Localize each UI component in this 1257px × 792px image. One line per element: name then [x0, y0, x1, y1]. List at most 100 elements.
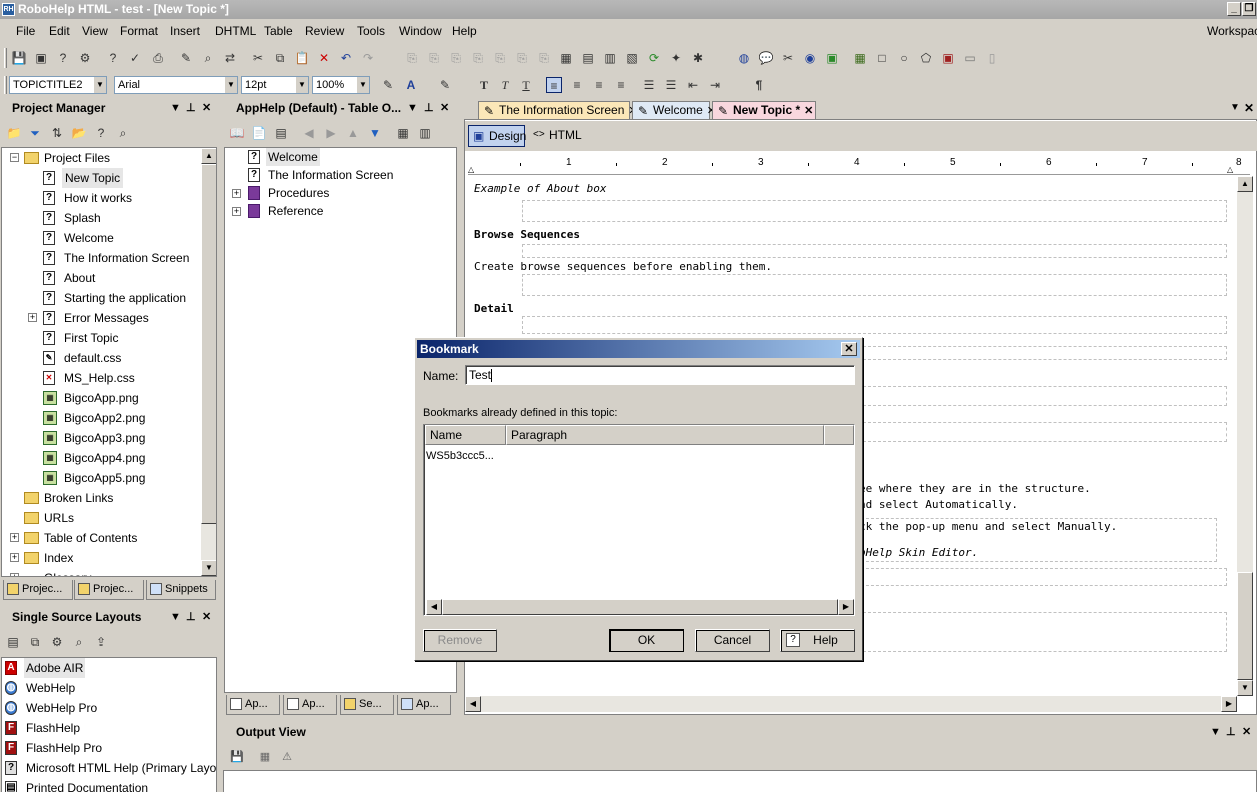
globe-icon[interactable]: ◍ — [736, 50, 752, 66]
web-icon[interactable]: ◉ — [802, 50, 818, 66]
tree-folder-index[interactable]: + Index — [2, 548, 201, 568]
menu-edit[interactable]: Edit — [49, 24, 70, 38]
tree-item[interactable]: ? Welcome — [2, 228, 201, 248]
layout-item[interactable]: ? Microsoft HTML Help (Primary Layout) — [2, 758, 216, 778]
save-all-icon[interactable]: ▣ — [33, 50, 49, 66]
cut-icon[interactable]: ✂ — [250, 50, 266, 66]
listview-hscrollbar[interactable]: ◀ ▶ — [426, 599, 854, 615]
close-icon[interactable]: ✕ — [1242, 722, 1251, 742]
toolbar-grip[interactable] — [4, 48, 7, 68]
save-icon[interactable]: 💾 — [11, 50, 27, 66]
menu-review[interactable]: Review — [305, 24, 344, 38]
dropdown-icon[interactable]: ▼ — [407, 98, 418, 118]
insert-image-icon[interactable]: ▦ — [558, 50, 574, 66]
bookmark-row[interactable]: WS5b3ccc5... — [426, 447, 854, 465]
tree-item[interactable]: + ? Error Messages — [2, 308, 201, 328]
dropdown-icon[interactable]: ▼ — [1210, 722, 1221, 742]
tree-item[interactable]: ? Starting the application — [2, 288, 201, 308]
duplicate-layout-icon[interactable]: ⧉ — [27, 634, 43, 650]
view-icon[interactable]: ⌕ — [71, 634, 87, 650]
insert-popup-icon[interactable]: ⎘ — [448, 50, 464, 66]
align-right-icon[interactable]: ≡ — [591, 77, 607, 93]
highlight-icon[interactable]: ✎ — [437, 77, 453, 93]
tab-welcome[interactable]: ✎ Welcome✕ — [632, 101, 716, 119]
tab-search[interactable]: Se... — [340, 695, 394, 715]
monitor-icon[interactable]: ▭ — [962, 50, 978, 66]
bulleted-list-icon[interactable]: ☰ — [663, 77, 679, 93]
layout-item[interactable]: F FlashHelp Pro — [2, 738, 216, 758]
properties-icon[interactable]: ▤ — [273, 125, 289, 141]
pin-icon[interactable]: ⊥ — [1226, 722, 1236, 742]
tree-item[interactable]: ? About — [2, 268, 201, 288]
help-icon[interactable]: ? — [55, 50, 71, 66]
tree-item[interactable]: ? The Information Screen — [2, 248, 201, 268]
tree-item[interactable]: ▦ BigcoApp3.png — [2, 428, 201, 448]
scroll-left-icon[interactable]: ◀ — [426, 599, 442, 615]
insert-multimedia-icon[interactable]: ▥ — [602, 50, 618, 66]
insert-dropdown-icon[interactable]: ⎘ — [492, 50, 508, 66]
zoom-select[interactable]: 100% ▼ — [312, 76, 370, 94]
replace-icon[interactable]: ⇄ — [222, 50, 238, 66]
rectangle-icon[interactable]: □ — [874, 50, 890, 66]
new-book-icon[interactable]: 📖 — [229, 125, 245, 141]
workspace-menu[interactable]: Workspace — [1207, 24, 1257, 38]
edit-style-icon[interactable]: ✎ — [380, 77, 396, 93]
expand-icon[interactable]: + — [232, 207, 241, 216]
folder-icon[interactable]: 📂 — [71, 125, 87, 141]
underline-icon[interactable]: T — [518, 77, 534, 93]
captivate-icon[interactable]: ▣ — [824, 50, 840, 66]
clear-output-icon[interactable]: ▦ — [257, 749, 273, 765]
scroll-thumb[interactable] — [442, 599, 838, 615]
move-left-icon[interactable]: ◀ — [301, 125, 317, 141]
expand-icon[interactable]: + — [10, 573, 19, 576]
expand-icon[interactable]: + — [28, 313, 37, 322]
insert-field-icon[interactable]: ✦ — [668, 50, 684, 66]
scroll-thumb[interactable] — [201, 164, 216, 524]
menu-table[interactable]: Table — [264, 24, 293, 38]
close-icon[interactable]: ✕ — [841, 342, 857, 356]
dropdown-icon[interactable]: ▼ — [170, 607, 181, 627]
broken-link-icon[interactable]: ✂ — [780, 50, 796, 66]
insert-link-icon[interactable]: ⎘ — [404, 50, 420, 66]
refresh-icon[interactable]: ⟳ — [646, 50, 662, 66]
font-select[interactable]: Arial ▼ — [114, 76, 238, 94]
undo-icon[interactable]: ↶ — [338, 50, 354, 66]
pin-icon[interactable]: ⊥ — [186, 98, 196, 118]
tree-folder-broken-links[interactable]: Broken Links — [2, 488, 201, 508]
device-icon[interactable]: ▯ — [984, 50, 1000, 66]
layout-item[interactable]: ◍ WebHelp Pro — [2, 698, 216, 718]
tab-toc-1[interactable]: Ap... — [226, 695, 280, 715]
tree-folder-urls[interactable]: URLs — [2, 508, 201, 528]
html-view-tab[interactable]: <> HTML — [531, 125, 582, 147]
scroll-right-icon[interactable]: ▶ — [1221, 696, 1237, 712]
menu-file[interactable]: File — [16, 24, 35, 38]
circle-icon[interactable]: ○ — [896, 50, 912, 66]
menu-format[interactable]: Format — [120, 24, 158, 38]
bookmark-name-input[interactable]: Test — [465, 365, 855, 385]
filter-icon[interactable]: ⏷ — [27, 125, 43, 141]
generate-icon[interactable]: ⚙ — [49, 634, 65, 650]
insert-special-icon[interactable]: ✱ — [690, 50, 706, 66]
delete-icon[interactable]: ✕ — [316, 50, 332, 66]
tab-toc-2[interactable]: Ap... — [283, 695, 337, 715]
italic-icon[interactable]: T — [497, 77, 513, 93]
tab-project-set-1[interactable]: Projec... — [3, 580, 73, 600]
bold-icon[interactable]: T — [476, 77, 492, 93]
editor-vscrollbar[interactable]: ▲ ▼ — [1237, 176, 1253, 696]
scroll-down-icon[interactable]: ▼ — [1237, 680, 1253, 696]
toc-book[interactable]: + Reference — [225, 202, 456, 220]
project-tree-scrollbar[interactable]: ▲ ▼ — [201, 148, 216, 576]
menu-window[interactable]: Window — [399, 24, 442, 38]
tree-item[interactable]: ▦ BigcoApp.png — [2, 388, 201, 408]
auto-create-icon[interactable]: ▦ — [395, 125, 411, 141]
layout-item[interactable]: F FlashHelp — [2, 718, 216, 738]
help-topic-icon[interactable]: ? — [105, 50, 121, 66]
tab-project-set-2[interactable]: Projec... — [74, 580, 144, 600]
layout-item[interactable]: ▤ Printed Documentation — [2, 778, 216, 792]
scroll-up-icon[interactable]: ▲ — [201, 148, 216, 164]
save-output-icon[interactable]: 💾 — [229, 749, 245, 765]
copy-icon[interactable]: ⧉ — [272, 50, 288, 66]
move-down-icon[interactable]: ▼ — [367, 125, 383, 141]
polygon-icon[interactable]: ⬠ — [918, 50, 934, 66]
insert-text-popup-icon[interactable]: ⎘ — [514, 50, 530, 66]
